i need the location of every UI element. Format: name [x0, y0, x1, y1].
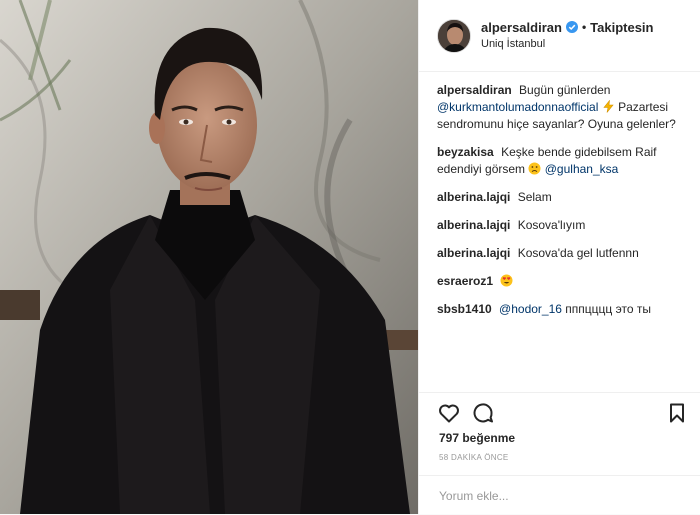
list-item: esraeroz1	[437, 273, 689, 290]
header-separator: •	[581, 19, 587, 34]
list-item: alberina.lajqi Kosova'lıyım	[437, 217, 689, 234]
list-item: alberina.lajqi Selam	[437, 189, 689, 206]
comment-input[interactable]	[439, 485, 679, 507]
comment-username[interactable]: alberina.lajqi	[437, 246, 510, 260]
comment-username[interactable]: alberina.lajqi	[437, 190, 510, 204]
heart-icon[interactable]	[437, 401, 461, 425]
list-item: sbsb1410 @hodor_16 пппцццц это ты	[437, 301, 689, 318]
portrait-image	[0, 0, 418, 514]
post-timestamp[interactable]: 58 DAKİKA ÖNCE	[439, 453, 509, 462]
caption-mention[interactable]: @kurkmantolumadonnaofficial	[437, 100, 598, 114]
action-icons	[437, 401, 687, 427]
comment-text: Selam	[517, 190, 552, 204]
lightning-emoji	[602, 99, 615, 113]
bookmark-icon[interactable]	[665, 401, 689, 425]
comment-username[interactable]: sbsb1410	[437, 302, 492, 316]
sad-face-emoji	[528, 162, 541, 175]
comment-username[interactable]: alberina.lajqi	[437, 218, 510, 232]
caption-username[interactable]: alpersaldiran	[437, 83, 512, 97]
avatar-image	[438, 19, 470, 52]
comment-text: Kosova'lıyım	[517, 218, 586, 232]
comment-username[interactable]: esraeroz1	[437, 274, 493, 288]
post-header: alpersaldiran • Takiptesin Uniq İstanbul	[419, 0, 700, 72]
header-username[interactable]: alpersaldiran	[481, 19, 562, 36]
following-button[interactable]: Takiptesin	[590, 19, 653, 36]
verified-badge-icon	[565, 21, 578, 33]
header-top-line: alpersaldiran • Takiptesin	[481, 19, 653, 36]
heart-eyes-emoji	[500, 274, 513, 287]
instagram-post: alpersaldiran • Takiptesin Uniq İstanbul…	[0, 0, 700, 514]
post-actions: 797 beğenme 58 DAKİKA ÖNCE	[419, 392, 700, 514]
comment-username[interactable]: beyzakisa	[437, 145, 494, 159]
comment-icon[interactable]	[471, 401, 495, 425]
post-photo[interactable]	[0, 0, 418, 514]
comment-text: пппцццц это ты	[565, 302, 651, 316]
add-comment-bar	[419, 475, 700, 515]
comment-mention[interactable]: @hodor_16	[499, 302, 562, 316]
comment-mention[interactable]: @gulhan_ksa	[545, 162, 619, 176]
comments-list: alpersaldiran Bugün günlerden @kurkmanto…	[437, 82, 689, 329]
caption-text-before: Bugün günlerden	[519, 83, 611, 97]
location-link[interactable]: Uniq İstanbul	[481, 36, 653, 53]
caption: alpersaldiran Bugün günlerden @kurkmanto…	[437, 82, 689, 133]
avatar[interactable]	[437, 18, 471, 53]
list-item: alberina.lajqi Kosova'da gel lutfennn	[437, 245, 689, 262]
header-text: alpersaldiran • Takiptesin Uniq İstanbul	[481, 19, 653, 53]
comment-text: Kosova'da gel lutfennn	[517, 246, 639, 260]
list-item: beyzakisa Keşke bende gidebilsem Raif ed…	[437, 144, 689, 178]
post-side-panel: alpersaldiran • Takiptesin Uniq İstanbul…	[418, 0, 700, 514]
likes-count[interactable]: 797 beğenme	[439, 431, 515, 445]
